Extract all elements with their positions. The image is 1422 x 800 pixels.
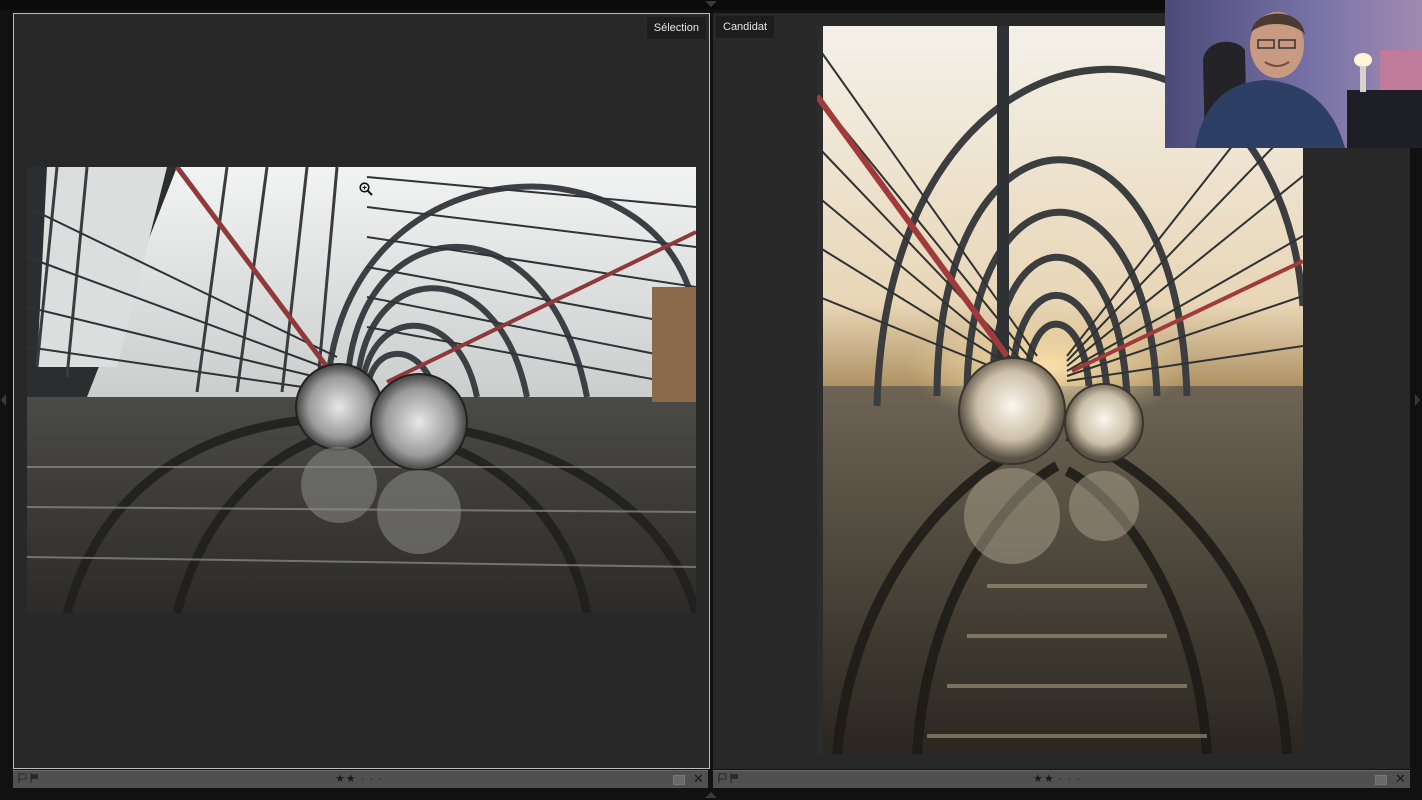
webcam-overlay [1165,0,1422,148]
color-label-icon[interactable] [673,775,685,785]
presenter-video [1165,0,1422,148]
flag-outline-icon[interactable] [18,773,27,783]
show-top-panel-arrow-icon[interactable] [705,1,717,7]
close-icon[interactable]: ✕ [693,771,704,787]
candidate-status-bar: ★★ · · · ✕ [713,770,1410,788]
close-icon[interactable]: ✕ [1395,771,1406,787]
candidate-rating-stars[interactable]: ★★ · · · [1033,772,1081,785]
candidate-pane-label: Candidat [716,16,775,38]
show-left-panel-arrow-icon[interactable] [1,394,6,406]
show-right-panel-arrow-icon[interactable] [1415,394,1420,406]
flag-outline-icon[interactable] [718,773,727,783]
color-label-icon[interactable] [1375,775,1387,785]
select-photo[interactable] [27,167,696,613]
select-pane[interactable]: Sélection [13,13,710,769]
select-photo-image [27,167,696,613]
flag-icon[interactable] [730,773,739,783]
select-pane-label: Sélection [646,17,706,39]
select-status-bar: ★★ · · · ✕ [13,770,708,788]
flag-icon[interactable] [30,773,39,783]
show-filmstrip-arrow-icon[interactable] [705,792,717,798]
select-rating-stars[interactable]: ★★ · · · [335,772,383,785]
zoom-in-icon[interactable] [359,182,373,196]
